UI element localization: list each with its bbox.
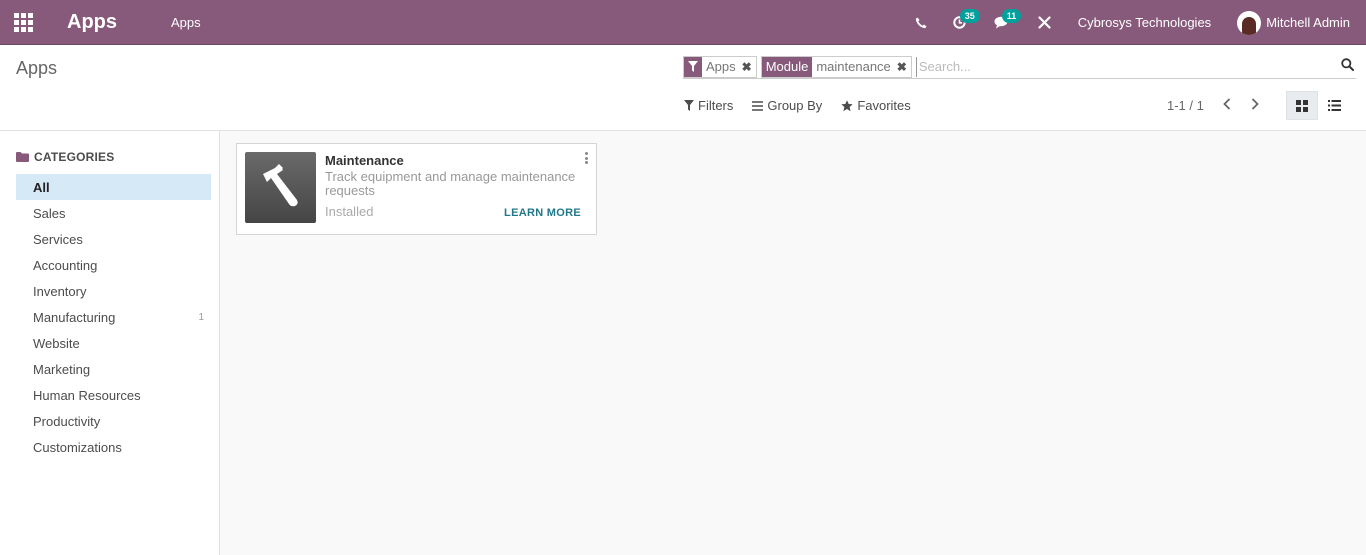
category-accounting[interactable]: Accounting	[16, 252, 211, 278]
list-icon	[1327, 100, 1341, 111]
page-title: Apps	[16, 58, 58, 78]
category-label: Manufacturing	[33, 309, 116, 325]
category-marketing[interactable]: Marketing	[16, 356, 211, 382]
user-name: Mitchell Admin	[1266, 15, 1350, 30]
kanban-view-button[interactable]	[1286, 91, 1318, 120]
pager-value[interactable]: 1-1 / 1	[1167, 98, 1204, 113]
search-bar: Apps ✖ Module maintenance ✖	[683, 55, 1356, 79]
filter-icon	[684, 56, 702, 77]
avatar	[1237, 10, 1262, 35]
app-title: Maintenance	[325, 153, 404, 168]
th-large-icon	[1296, 99, 1308, 112]
category-customizations[interactable]: Customizations	[16, 434, 211, 460]
user-menu[interactable]: Mitchell Admin	[1237, 10, 1350, 35]
category-website[interactable]: Website	[16, 330, 211, 356]
category-label: Marketing	[33, 361, 91, 377]
message-count-badge: 11	[1001, 9, 1022, 23]
facet-label: Module	[761, 56, 813, 77]
hammer-wrench-icon	[245, 152, 316, 223]
category-list: All Sales Services Accounting Inventory …	[16, 174, 211, 460]
filters-label: Filters	[698, 98, 734, 113]
chevron-right-icon	[1251, 98, 1259, 110]
grid-icon	[13, 12, 33, 32]
facet-remove-icon[interactable]: ✖	[894, 56, 911, 77]
favorites-button[interactable]: Favorites	[841, 98, 911, 113]
categories-header: CATEGORIES	[16, 150, 114, 164]
category-label: Sales	[33, 205, 66, 221]
filters-button[interactable]: Filters	[684, 98, 733, 113]
chat-icon[interactable]: 11	[992, 0, 1022, 45]
category-human-resources[interactable]: Human Resources	[16, 382, 211, 408]
category-label: Website	[33, 335, 80, 351]
category-label: Services	[33, 231, 83, 247]
phone-icon[interactable]	[914, 0, 928, 45]
pager-next-button[interactable]	[1248, 96, 1262, 112]
categories-header-label: CATEGORIES	[34, 150, 115, 164]
category-all[interactable]: All	[16, 174, 211, 200]
category-services[interactable]: Services	[16, 226, 211, 252]
category-productivity[interactable]: Productivity	[16, 408, 211, 434]
main-navbar: Apps Apps 35 11 Cybrosys Technologies Mi…	[0, 0, 1366, 45]
category-sales[interactable]: Sales	[16, 200, 211, 226]
category-count: 1	[198, 311, 204, 323]
card-menu-icon[interactable]	[583, 152, 589, 164]
app-card-maintenance[interactable]: Maintenance Track equipment and manage m…	[236, 143, 597, 235]
folder-icon	[16, 152, 29, 162]
activity-clock-icon[interactable]: 35	[950, 0, 980, 45]
app-brand[interactable]: Apps	[67, 11, 117, 34]
control-panel: Apps Apps ✖ Module maintenance ✖ Filters…	[0, 45, 1366, 131]
filter-icon	[684, 100, 694, 111]
group-by-label: Group By	[767, 98, 823, 113]
app-description: Track equipment and manage maintenance r…	[325, 169, 576, 198]
tools-icon[interactable]	[1038, 0, 1052, 45]
search-icon[interactable]	[1341, 58, 1354, 71]
category-label: Productivity	[33, 413, 101, 429]
pager-previous-button[interactable]	[1220, 96, 1234, 112]
company-switcher[interactable]: Cybrosys Technologies	[1078, 15, 1211, 30]
facet-value: Apps	[702, 56, 740, 77]
nav-menu-apps[interactable]: Apps	[171, 15, 201, 30]
facet-filter: Apps ✖	[683, 55, 757, 78]
facet-module: Module maintenance ✖	[760, 55, 912, 78]
category-manufacturing[interactable]: Manufacturing 1	[16, 304, 211, 330]
group-by-button[interactable]: Group By	[752, 98, 822, 113]
bars-icon	[752, 100, 764, 111]
search-input[interactable]	[915, 56, 1356, 77]
app-status: Installed	[325, 204, 374, 219]
chevron-left-icon	[1223, 98, 1231, 110]
facet-value: maintenance	[812, 56, 895, 77]
apps-menu-button[interactable]	[0, 0, 46, 45]
category-label: Accounting	[33, 257, 98, 273]
category-label: Inventory	[33, 283, 87, 299]
category-label: Customizations	[33, 439, 122, 455]
facet-remove-icon[interactable]: ✖	[739, 56, 756, 77]
category-label: Human Resources	[33, 387, 141, 403]
category-inventory[interactable]: Inventory	[16, 278, 211, 304]
list-view-button[interactable]	[1318, 91, 1350, 120]
activity-count-badge: 35	[959, 9, 980, 23]
learn-more-button[interactable]: LEARN MORE	[504, 207, 581, 219]
favorites-label: Favorites	[857, 98, 911, 113]
category-label: All	[33, 179, 50, 195]
categories-sidebar: CATEGORIES All Sales Services Accounting…	[0, 131, 220, 555]
star-icon	[841, 99, 854, 111]
